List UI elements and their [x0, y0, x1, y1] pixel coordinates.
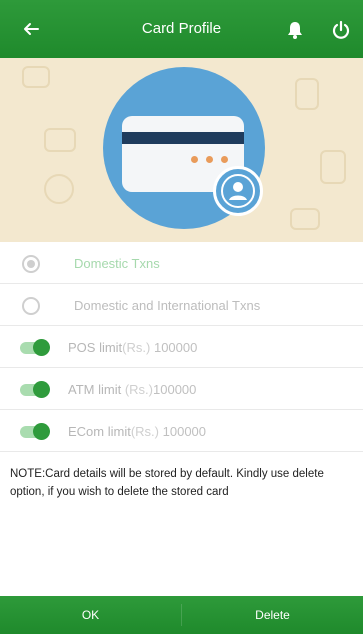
- card-illustration-banner: [0, 58, 363, 242]
- ok-button[interactable]: OK: [0, 596, 181, 634]
- limit-name: ECom limit: [68, 424, 131, 439]
- notifications-button[interactable]: [284, 19, 306, 41]
- storage-note: NOTE:Card details will be stored by defa…: [10, 468, 324, 498]
- page-title: Card Profile: [141, 20, 222, 37]
- domestic-international-radio[interactable]: [22, 297, 40, 315]
- delete-button[interactable]: Delete: [182, 596, 363, 634]
- card-stripe: [122, 132, 244, 144]
- domestic-international-label: Domestic and International Txns: [74, 298, 261, 313]
- background-doodle: [44, 128, 76, 152]
- app-header: Card Profile: [0, 0, 363, 58]
- footer-bar: OK Delete: [0, 596, 363, 634]
- atm-limit-row: ATM limit (Rs.)100000: [0, 368, 363, 410]
- divider: [0, 451, 363, 452]
- background-doodle: [290, 208, 320, 230]
- pos-limit-row: POS limit(Rs.) 100000: [0, 326, 363, 368]
- limit-unit: (Rs.): [124, 382, 153, 397]
- toggle-knob: [33, 339, 50, 356]
- atm-limit-text: ATM limit (Rs.)100000: [68, 382, 196, 397]
- atm-limit-toggle[interactable]: [20, 381, 50, 398]
- limit-unit: (Rs.): [122, 340, 151, 355]
- limit-name: ATM limit: [68, 382, 122, 397]
- pos-limit-text: POS limit(Rs.) 100000: [68, 340, 197, 355]
- bell-icon: [288, 22, 302, 39]
- background-doodle: [320, 150, 346, 184]
- option-domestic-international[interactable]: Domestic and International Txns: [0, 284, 363, 326]
- card-dots: [191, 156, 228, 163]
- background-doodle: [295, 78, 319, 110]
- ecom-limit-toggle[interactable]: [20, 423, 50, 440]
- option-domestic[interactable]: Domestic Txns: [0, 242, 363, 284]
- limit-value: 100000: [153, 382, 197, 397]
- domestic-label: Domestic Txns: [74, 256, 160, 271]
- background-doodle: [44, 174, 74, 204]
- limit-value: 100000: [162, 424, 207, 439]
- power-icon: [332, 20, 350, 39]
- background-doodle: [22, 66, 50, 88]
- toggle-knob: [33, 381, 50, 398]
- logout-button[interactable]: [330, 19, 352, 41]
- user-avatar-icon: [213, 166, 263, 216]
- domestic-radio[interactable]: [22, 255, 40, 273]
- toggle-knob: [33, 423, 50, 440]
- limit-unit: (Rs.): [130, 424, 160, 439]
- limit-value: 100000: [153, 340, 198, 355]
- ecom-limit-row: ECom limit(Rs.) 100000: [0, 410, 363, 452]
- limit-name: POS limit: [68, 340, 123, 355]
- ecom-limit-text: ECom limit(Rs.) 100000: [68, 424, 206, 439]
- pos-limit-toggle[interactable]: [20, 339, 50, 356]
